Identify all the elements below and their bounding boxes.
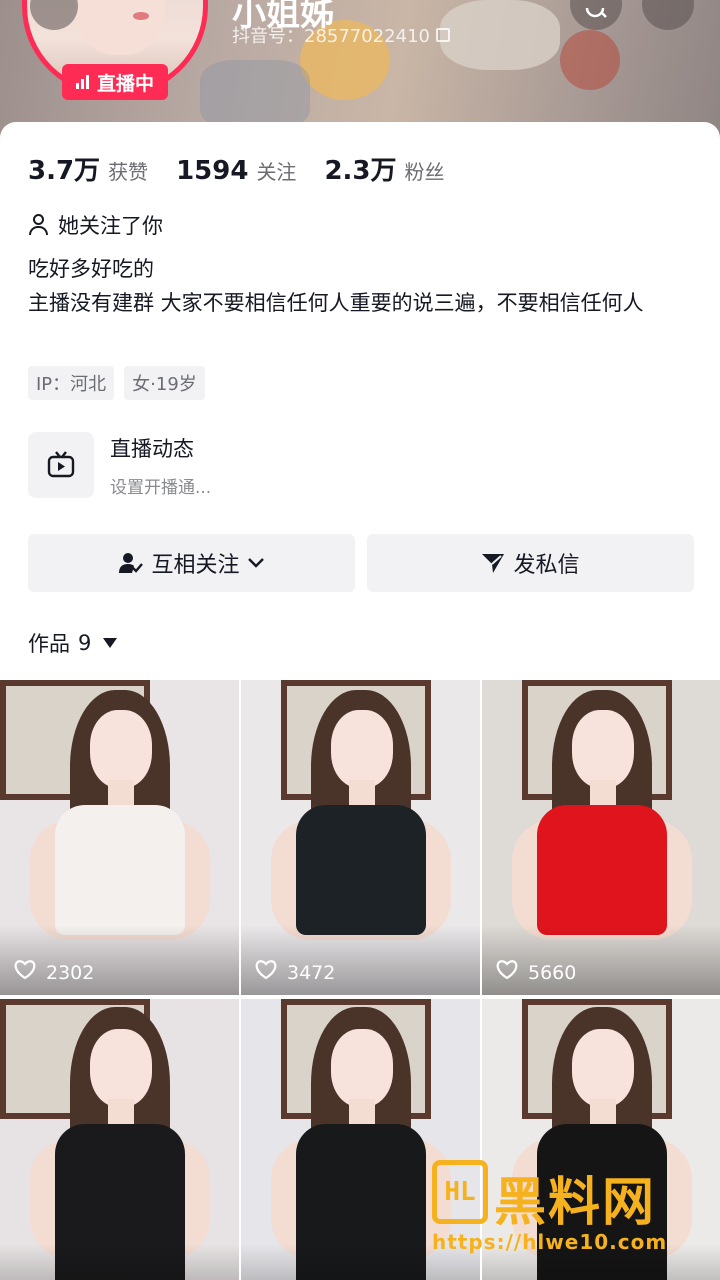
mutual-follow-label: 互相关注: [151, 553, 240, 578]
stat-label: 粉丝: [404, 160, 445, 184]
site-watermark: HL 黑料网 https://hlwe10.com: [432, 1160, 702, 1260]
live-dynamic-entry[interactable]: 直播动态 设置开播通...: [28, 432, 211, 498]
like-count: 5660: [496, 960, 576, 985]
figure-face: [572, 710, 634, 788]
profile-stats: 3.7万 获赞 1594 关注 2.3万 粉丝: [28, 150, 445, 187]
figure-top: [537, 805, 667, 935]
video-thumbnail[interactable]: [0, 999, 239, 1280]
video-thumbnail[interactable]: 3472: [241, 680, 480, 995]
stat-likes[interactable]: 3.7万 获赞: [28, 150, 148, 187]
stat-number: 1594: [176, 156, 249, 186]
bio: 吃好多好吃的 主播没有建群 大家不要相信任何人重要的说三遍，不要相信任何人: [28, 252, 698, 320]
heart-icon: [14, 960, 36, 985]
stat-followers[interactable]: 2.3万 粉丝: [324, 150, 444, 187]
ip-location-tag: IP：河北: [28, 366, 115, 400]
like-count-value: 2302: [46, 961, 95, 984]
tv-icon: [28, 432, 94, 498]
video-thumbnail[interactable]: 5660: [482, 680, 720, 995]
avatar-lip: [133, 12, 149, 20]
user-icon: [28, 214, 50, 236]
chevron-down-icon: [247, 558, 264, 568]
like-count: 3472: [255, 960, 335, 985]
stat-following[interactable]: 1594 关注: [176, 156, 296, 186]
search-icon: [585, 8, 607, 18]
watermark-url: https://hlwe10.com: [432, 1230, 668, 1254]
live-badge-label: 直播中: [96, 72, 154, 95]
stat-label: 关注: [256, 160, 297, 184]
figure-face: [572, 1029, 634, 1107]
user-check-icon: [119, 553, 144, 573]
figure-top: [296, 805, 426, 935]
live-bars-icon: [75, 75, 89, 89]
live-status-badge[interactable]: 直播中: [62, 64, 168, 100]
stat-number: 3.7万: [28, 156, 101, 186]
like-count-value: 5660: [528, 961, 577, 984]
figure-top: [55, 805, 185, 935]
send-message-button[interactable]: 发私信: [367, 534, 694, 592]
stat-number: 2.3万: [324, 156, 397, 186]
caret-down-icon: [103, 638, 118, 648]
more-button[interactable]: [642, 0, 694, 30]
watermark-name: 黑料网: [494, 1173, 657, 1233]
watermark-logo-icon: HL: [432, 1160, 488, 1224]
cover-blur-shape: [440, 0, 560, 70]
copy-icon[interactable]: [435, 28, 450, 42]
gender-age-tag: 女·19岁: [124, 366, 205, 400]
mutual-follow-button[interactable]: 互相关注: [28, 534, 355, 592]
send-message-label: 发私信: [513, 553, 580, 578]
stat-label: 获赞: [108, 160, 149, 184]
works-count: 9: [78, 631, 92, 655]
send-icon: [482, 554, 505, 573]
thumbnail-shade: [0, 1244, 239, 1280]
figure-face: [90, 710, 152, 788]
heart-icon: [496, 960, 518, 985]
bio-line: 吃好多好吃的: [28, 257, 154, 281]
like-count: 2302: [14, 960, 94, 985]
douyin-id-text: 抖音号：28577022410: [232, 26, 430, 47]
bio-line: 主播没有建群 大家不要相信任何人重要的说三遍，不要相信任何人: [28, 291, 644, 315]
works-label: 作品: [28, 632, 70, 656]
search-button[interactable]: [570, 0, 622, 30]
video-thumbnail[interactable]: 2302: [0, 680, 239, 995]
live-dynamic-title: 直播动态: [110, 436, 194, 461]
live-dynamic-subtitle: 设置开播通...: [110, 477, 212, 498]
works-tab[interactable]: 作品 9: [28, 628, 118, 658]
profile-tags: IP：河北 女·19岁: [28, 366, 205, 400]
follows-you-indicator: 她关注了你: [28, 210, 163, 240]
cover-blur-shape: [200, 60, 310, 130]
follows-you-text: 她关注了你: [58, 214, 163, 238]
heart-icon: [255, 960, 277, 985]
figure-face: [331, 710, 393, 788]
douyin-id[interactable]: 抖音号：28577022410: [232, 22, 450, 48]
like-count-value: 3472: [287, 961, 336, 984]
figure-face: [331, 1029, 393, 1107]
figure-face: [90, 1029, 152, 1107]
avatar-face: [75, 0, 165, 55]
cover-blur-shape: [560, 30, 620, 90]
